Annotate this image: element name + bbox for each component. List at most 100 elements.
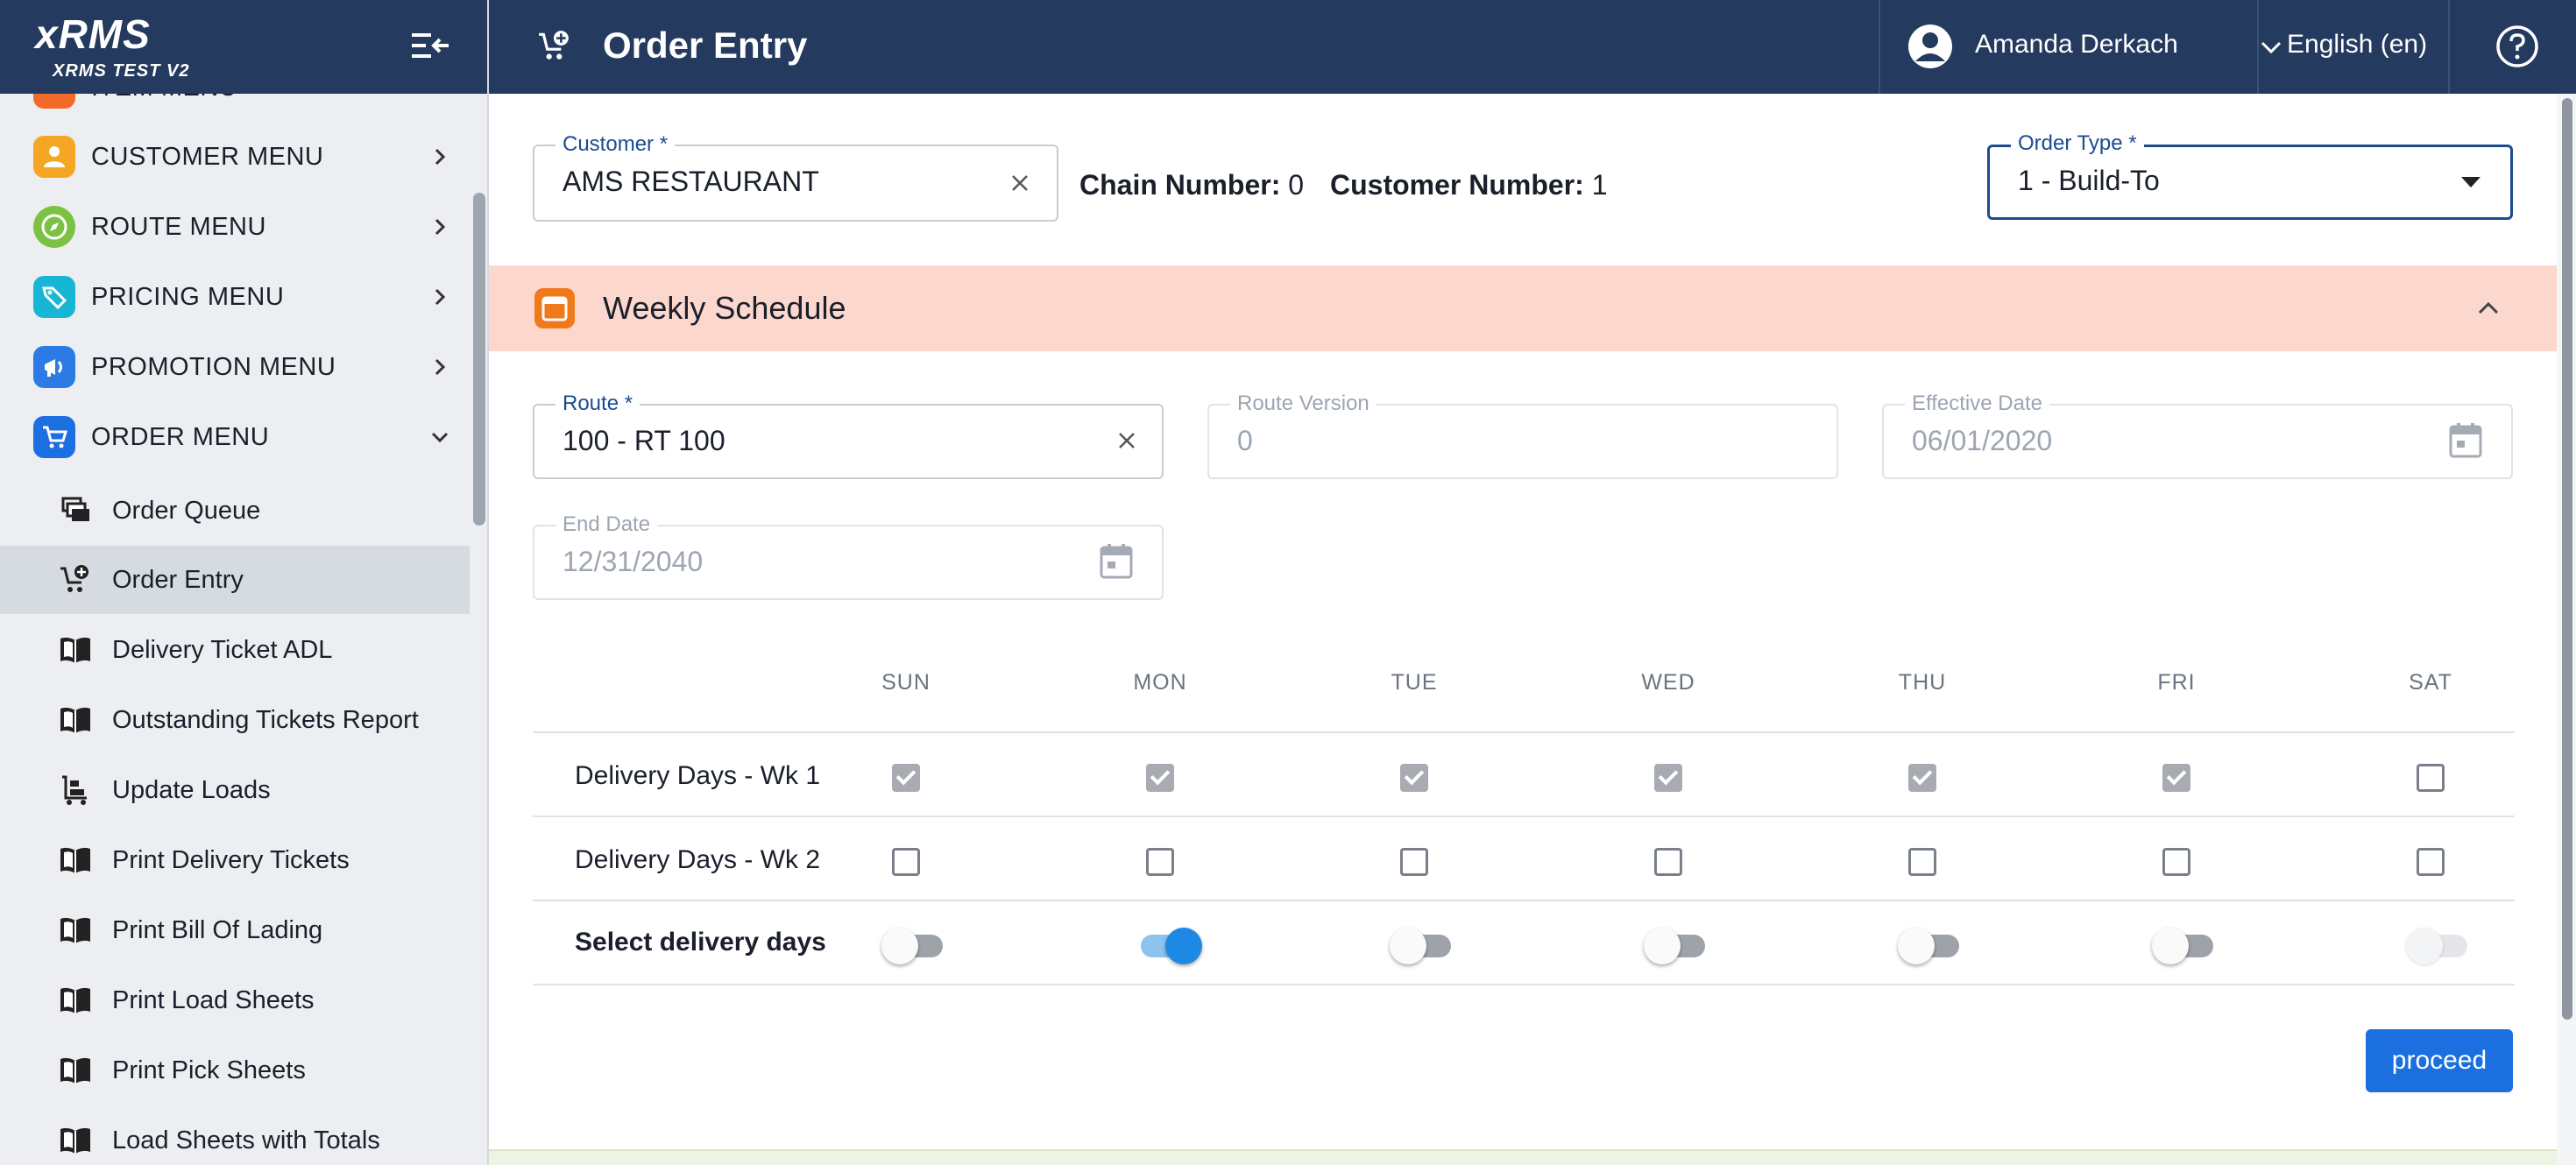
clear-route-button[interactable] xyxy=(1109,423,1144,458)
sidebar-item-print-delivery-tickets[interactable]: Print Delivery Tickets xyxy=(0,826,470,894)
chevron-right-icon xyxy=(428,215,452,239)
effective-date-value: 06/01/2020 xyxy=(1912,425,2053,456)
sidebar-item-label: PRICING MENU xyxy=(91,282,285,311)
end-date-field: End Date 12/31/2040 xyxy=(533,512,1164,600)
day-header-sat: SAT xyxy=(2409,670,2452,695)
sidebar-item-pricing-menu[interactable]: PRICING MENU xyxy=(0,262,470,332)
wk1-sun-checkbox[interactable] xyxy=(892,764,920,792)
sidebar-item-label: Print Bill Of Lading xyxy=(112,915,323,944)
chevron-up-icon[interactable] xyxy=(2471,290,2506,325)
chain-number: Chain Number: 0 xyxy=(1079,169,1304,201)
sidebar-item-promotion-menu[interactable]: PROMOTION MENU xyxy=(0,332,470,402)
wk1-wed-checkbox[interactable] xyxy=(1654,764,1682,792)
day-header-wed: WED xyxy=(1641,670,1695,695)
clear-customer-button[interactable] xyxy=(1002,166,1037,201)
book-icon xyxy=(58,703,93,738)
sidebar-item-update-loads[interactable]: Update Loads xyxy=(0,756,470,824)
sidebar-item-order-menu[interactable]: ORDER MENU xyxy=(0,402,470,472)
compass-icon xyxy=(33,206,75,248)
cart-icon xyxy=(33,416,75,458)
day-header-mon: MON xyxy=(1133,670,1187,695)
sidebar-item-delivery-ticket-adl[interactable]: Delivery Ticket ADL xyxy=(0,616,470,684)
wk2-sun-checkbox[interactable] xyxy=(892,848,920,876)
top-header: Order Entry Amanda Derkach English (en) xyxy=(489,0,2576,94)
add-cart-icon xyxy=(534,26,575,67)
tue-delivery-toggle[interactable] xyxy=(1390,924,1456,964)
sidebar-item-route-menu[interactable]: ROUTE MENU xyxy=(0,192,470,262)
main-scrollbar[interactable] xyxy=(2562,98,2572,1020)
language-selector[interactable]: English (en) xyxy=(2287,30,2427,60)
thu-delivery-toggle[interactable] xyxy=(1898,924,1964,964)
sidebar-item-label: PROMOTION MENU xyxy=(91,352,336,381)
order-type-select[interactable]: Order Type * 1 - Build-To xyxy=(1987,131,2513,220)
header-divider xyxy=(1879,0,1880,94)
wk2-fri-checkbox[interactable] xyxy=(2162,848,2190,876)
help-icon[interactable] xyxy=(2494,23,2541,70)
sidebar-scrollbar[interactable] xyxy=(473,193,485,526)
brand-area: xRMS XRMS TEST V2 xyxy=(0,0,487,94)
sidebar-item-outstanding-tickets-report[interactable]: Outstanding Tickets Report xyxy=(0,686,470,754)
book-icon xyxy=(58,1053,93,1088)
row-label-wk1: Delivery Days - Wk 1 xyxy=(575,761,821,790)
sat-delivery-toggle xyxy=(2406,924,2473,964)
row-label-wk2: Delivery Days - Wk 2 xyxy=(575,845,821,874)
section-title: Weekly Schedule xyxy=(603,290,846,326)
wk2-wed-checkbox[interactable] xyxy=(1654,848,1682,876)
sidebar-item-label: Print Load Sheets xyxy=(112,985,315,1014)
user-name: Amanda Derkach xyxy=(1975,30,2178,59)
chain-number-value: 0 xyxy=(1288,169,1305,201)
wk1-mon-checkbox[interactable] xyxy=(1146,764,1174,792)
book-icon xyxy=(58,632,93,667)
book-icon xyxy=(58,913,93,948)
sidebar-item-print-pick-sheets[interactable]: Print Pick Sheets xyxy=(0,1036,470,1105)
wk2-sat-checkbox[interactable] xyxy=(2417,848,2445,876)
end-date-value: 12/31/2040 xyxy=(563,546,704,577)
route-value: 100 - RT 100 xyxy=(563,425,725,456)
wk1-sat-checkbox[interactable] xyxy=(2417,764,2445,792)
route-field[interactable]: Route * 100 - RT 100 xyxy=(533,392,1164,479)
order-type-label: Order Type * xyxy=(2011,131,2144,156)
sidebar-item-load-sheets-with-totals[interactable]: Load Sheets with Totals xyxy=(0,1106,470,1165)
sidebar-item-order-queue[interactable]: Order Queue xyxy=(0,477,470,545)
sidebar-item-label: Print Delivery Tickets xyxy=(112,845,350,874)
sidebar-item-order-entry[interactable]: Order Entry xyxy=(0,546,470,614)
day-header-fri: FRI xyxy=(2157,670,2196,695)
wk1-fri-checkbox[interactable] xyxy=(2162,764,2190,792)
sidebar-item-label: ORDER MENU xyxy=(91,422,270,451)
customer-field-label: Customer * xyxy=(556,132,676,157)
wed-delivery-toggle[interactable] xyxy=(1644,924,1710,964)
sidebar-item-label: Delivery Ticket ADL xyxy=(112,635,333,664)
weekly-schedule-header[interactable]: Weekly Schedule xyxy=(489,265,2557,351)
sidebar-item-print-load-sheets[interactable]: Print Load Sheets xyxy=(0,966,470,1034)
collapse-sidebar-button[interactable] xyxy=(408,26,454,65)
proceed-button[interactable]: proceed xyxy=(2366,1029,2513,1092)
wk2-thu-checkbox[interactable] xyxy=(1908,848,1936,876)
order-type-value: 1 - Build-To xyxy=(2018,165,2160,196)
table-divider xyxy=(533,731,2515,733)
user-menu[interactable]: Amanda Derkach xyxy=(1907,0,2303,94)
book-icon xyxy=(58,1123,93,1158)
customer-field[interactable]: Customer * AMS RESTAURANT xyxy=(533,132,1058,222)
mon-delivery-toggle[interactable] xyxy=(1136,924,1202,964)
chain-number-label: Chain Number: xyxy=(1079,169,1281,201)
sidebar-item-customer-menu[interactable]: CUSTOMER MENU xyxy=(0,122,470,192)
main-content: Customer * AMS RESTAURANT Chain Number: … xyxy=(489,94,2557,1165)
day-header-tue: TUE xyxy=(1391,670,1438,695)
header-divider xyxy=(2257,0,2259,94)
app-environment: XRMS TEST V2 xyxy=(53,61,190,81)
sidebar-item-print-bill-of-lading[interactable]: Print Bill Of Lading xyxy=(0,896,470,964)
wk1-thu-checkbox[interactable] xyxy=(1908,764,1936,792)
fri-delivery-toggle[interactable] xyxy=(2152,924,2219,964)
sidebar: ITEM MENU xRMS XRMS TEST V2 CUSTOMER MEN… xyxy=(0,0,489,1165)
route-version-field: Route Version 0 xyxy=(1207,392,1838,479)
customer-number-value: 1 xyxy=(1591,169,1608,201)
collapse-menu-icon xyxy=(412,33,449,58)
wk1-tue-checkbox[interactable] xyxy=(1400,764,1428,792)
sun-delivery-toggle[interactable] xyxy=(881,924,948,964)
effective-date-label: Effective Date xyxy=(1905,392,2049,416)
wk2-mon-checkbox[interactable] xyxy=(1146,848,1174,876)
wk2-tue-checkbox[interactable] xyxy=(1400,848,1428,876)
calendar-icon xyxy=(2449,423,2482,458)
sidebar-item-label: CUSTOMER MENU xyxy=(91,142,324,171)
customer-number-label: Customer Number: xyxy=(1330,169,1584,201)
